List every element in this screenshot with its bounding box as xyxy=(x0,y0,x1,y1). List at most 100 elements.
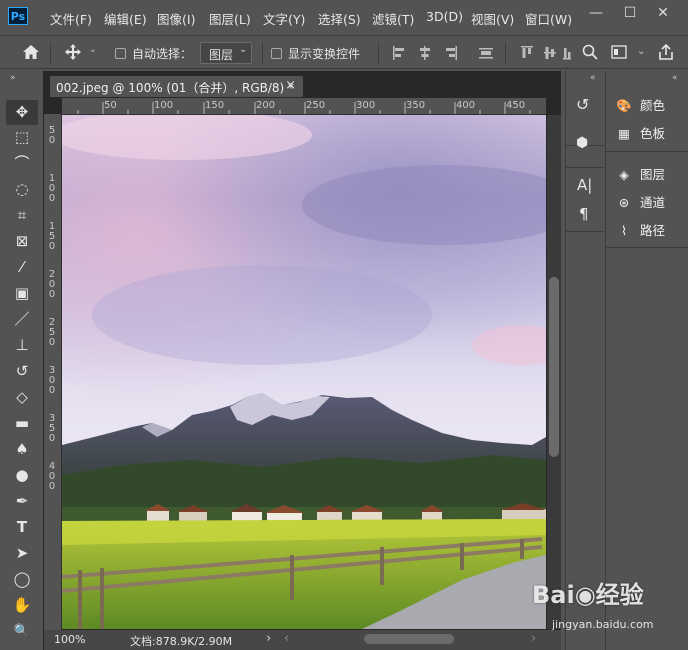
shape-tool[interactable]: ◯ xyxy=(6,567,38,592)
auto-select-label: 自动选择： xyxy=(132,47,193,61)
history-brush-tool[interactable]: ↺ xyxy=(6,359,38,384)
collapsed-panel-dock: « ↺ ⬢ A| ¶ xyxy=(565,71,604,650)
zoom-level[interactable]: 100% xyxy=(54,633,85,646)
history-icon[interactable]: ↺ xyxy=(576,95,589,114)
align-middle-icon[interactable] xyxy=(543,45,557,61)
eraser-tool[interactable]: ◇ xyxy=(6,385,38,410)
ruler-v-digit: 0 xyxy=(48,135,56,146)
panel-color-label: 颜色 xyxy=(640,98,666,113)
menu-file[interactable]: 文件(F) xyxy=(50,9,92,28)
show-transform-label: 显示变换控件 xyxy=(288,47,361,61)
show-transform-checkbox[interactable] xyxy=(271,48,282,59)
crop-tool[interactable]: ⌗ xyxy=(6,203,38,228)
path-select-tool[interactable]: ➤ xyxy=(6,541,38,566)
ruler-v-digit: 0 xyxy=(48,337,56,348)
menu-layer[interactable]: 图层(L) xyxy=(209,9,251,28)
frame-tool[interactable]: ⊠ xyxy=(6,229,38,254)
layers-icon: ◈ xyxy=(619,167,629,182)
brush-tool[interactable]: ／ xyxy=(6,307,38,332)
options-bar: ⌄ 自动选择： 图层 ⌄ 显示变换控件 ⌄ xyxy=(0,35,688,69)
baidu-watermark: Bai◉经验 xyxy=(532,581,644,609)
panel-layers[interactable]: ◈ 图层 xyxy=(614,164,686,186)
dodge-tool[interactable]: ● xyxy=(6,463,38,488)
chevron-down-icon: ⌄ xyxy=(239,44,248,55)
move-tool[interactable]: ✥ xyxy=(6,100,38,125)
close-icon[interactable]: × xyxy=(285,78,296,93)
status-bar: 100% 文档:878.9K/2.90M › ‹ › xyxy=(44,630,561,650)
panel-paths[interactable]: ⌇ 路径 xyxy=(614,220,686,242)
home-icon[interactable] xyxy=(22,44,40,60)
panel-layers-label: 图层 xyxy=(640,167,666,182)
marquee-tool[interactable]: ⬚ xyxy=(6,125,38,150)
document-tab-title: 002.jpeg @ 100% (01（合并）, RGB/8) * xyxy=(56,81,295,95)
zoom-tool[interactable]: 🔍 xyxy=(6,619,38,644)
pen-tool[interactable]: ✒ xyxy=(6,489,38,514)
search-icon[interactable] xyxy=(582,44,598,60)
auto-select-target-select[interactable]: 图层 ⌄ xyxy=(200,42,252,64)
scroll-left-icon[interactable]: ‹ xyxy=(284,631,289,646)
align-center-icon[interactable] xyxy=(418,45,432,61)
panel-swatches-label: 色板 xyxy=(640,126,666,141)
canvas-image[interactable] xyxy=(62,115,546,629)
dock-collapse-icon[interactable]: « xyxy=(590,73,596,83)
horizontal-ruler[interactable]: 50 100 150 200 250 300 350 400 450 xyxy=(62,98,546,115)
move-tool-preset-icon[interactable] xyxy=(64,43,82,61)
type-tool[interactable]: T xyxy=(6,515,38,540)
scroll-right-icon[interactable]: › xyxy=(531,631,536,646)
auto-select-checkbox[interactable] xyxy=(115,48,126,59)
3d-cube-icon[interactable]: ⬢ xyxy=(576,135,588,151)
document-tab[interactable]: 002.jpeg @ 100% (01（合并）, RGB/8) * × xyxy=(50,76,303,97)
ruler-v-digit: 0 xyxy=(48,289,56,300)
align-top-icon[interactable] xyxy=(520,45,534,61)
eyedropper-tool[interactable]: ⁄ xyxy=(6,255,38,280)
healing-tool[interactable]: ▣ xyxy=(6,281,38,306)
panel-paths-label: 路径 xyxy=(640,223,666,238)
vertical-scrollbar[interactable] xyxy=(547,115,561,629)
toolbar-collapse-icon[interactable]: » xyxy=(10,73,16,83)
ruler-v-digit: 0 xyxy=(48,193,56,204)
gradient-tool[interactable]: ▬ xyxy=(6,411,38,436)
align-bottom-icon[interactable] xyxy=(562,45,572,61)
panel-channels[interactable]: ⊛ 通道 xyxy=(614,192,686,214)
menu-bar: Ps 文件(F) 编辑(E) 图像(I) 图层(L) 文字(Y) 选择(S) 滤… xyxy=(0,0,688,33)
menu-image[interactable]: 图像(I) xyxy=(157,9,195,28)
menu-view[interactable]: 视图(V) xyxy=(471,9,514,28)
horizontal-scroll-thumb[interactable] xyxy=(364,634,454,644)
hand-tool[interactable]: ✋ xyxy=(6,593,38,618)
tools-panel: ✥ ⬚ ⌒ ◌ ⌗ ⊠ ⁄ ▣ ／ ⊥ ↺ ◇ ▬ ♠ ● ✒ T ➤ ◯ ✋ … xyxy=(6,97,38,650)
vertical-scroll-thumb[interactable] xyxy=(549,277,559,457)
close-window-button[interactable]: ✕ xyxy=(650,2,676,24)
menu-select[interactable]: 选择(S) xyxy=(318,9,361,28)
distribute-icon[interactable] xyxy=(478,45,494,61)
lasso-tool[interactable]: ⌒ xyxy=(6,151,38,176)
menu-window[interactable]: 窗口(W) xyxy=(525,9,572,28)
paths-icon: ⌇ xyxy=(620,223,628,238)
preset-dropdown-icon[interactable]: ⌄ xyxy=(89,45,97,55)
panel-swatches[interactable]: ▦ 色板 xyxy=(614,123,686,145)
character-icon[interactable]: A| xyxy=(577,176,592,194)
vertical-ruler[interactable]: 5 0 1 0 0 1 5 0 2 0 0 2 5 0 3 0 0 3 5 0 … xyxy=(44,114,62,630)
paragraph-icon[interactable]: ¶ xyxy=(579,205,589,223)
blur-tool[interactable]: ♠ xyxy=(6,437,38,462)
stamp-tool[interactable]: ⊥ xyxy=(6,333,38,358)
align-right-icon[interactable] xyxy=(444,45,458,61)
menu-3d[interactable]: 3D(D) xyxy=(426,9,463,24)
align-left-icon[interactable] xyxy=(392,45,406,61)
quick-select-tool[interactable]: ◌ xyxy=(6,177,38,202)
status-menu-arrow-icon[interactable]: › xyxy=(266,631,271,646)
workspace-dropdown-icon[interactable]: ⌄ xyxy=(637,46,645,57)
document-size-info: 文档:878.9K/2.90M xyxy=(130,635,233,648)
workspace-icon[interactable] xyxy=(611,45,627,59)
menu-filter[interactable]: 滤镜(T) xyxy=(372,9,414,28)
landscape-photo xyxy=(62,115,546,629)
minimize-button[interactable]: — xyxy=(583,2,609,24)
menu-edit[interactable]: 编辑(E) xyxy=(104,9,147,28)
photoshop-logo-icon[interactable]: Ps xyxy=(8,7,28,25)
panels-collapse-icon[interactable]: « xyxy=(672,73,678,83)
share-icon[interactable] xyxy=(657,43,675,61)
baidu-watermark-url: jingyan.baidu.com xyxy=(552,618,654,631)
ruler-h-ticks xyxy=(77,102,531,114)
maximize-button[interactable]: ☐ xyxy=(617,2,643,24)
menu-type[interactable]: 文字(Y) xyxy=(263,9,305,28)
panel-color[interactable]: 🎨 颜色 xyxy=(614,95,686,117)
